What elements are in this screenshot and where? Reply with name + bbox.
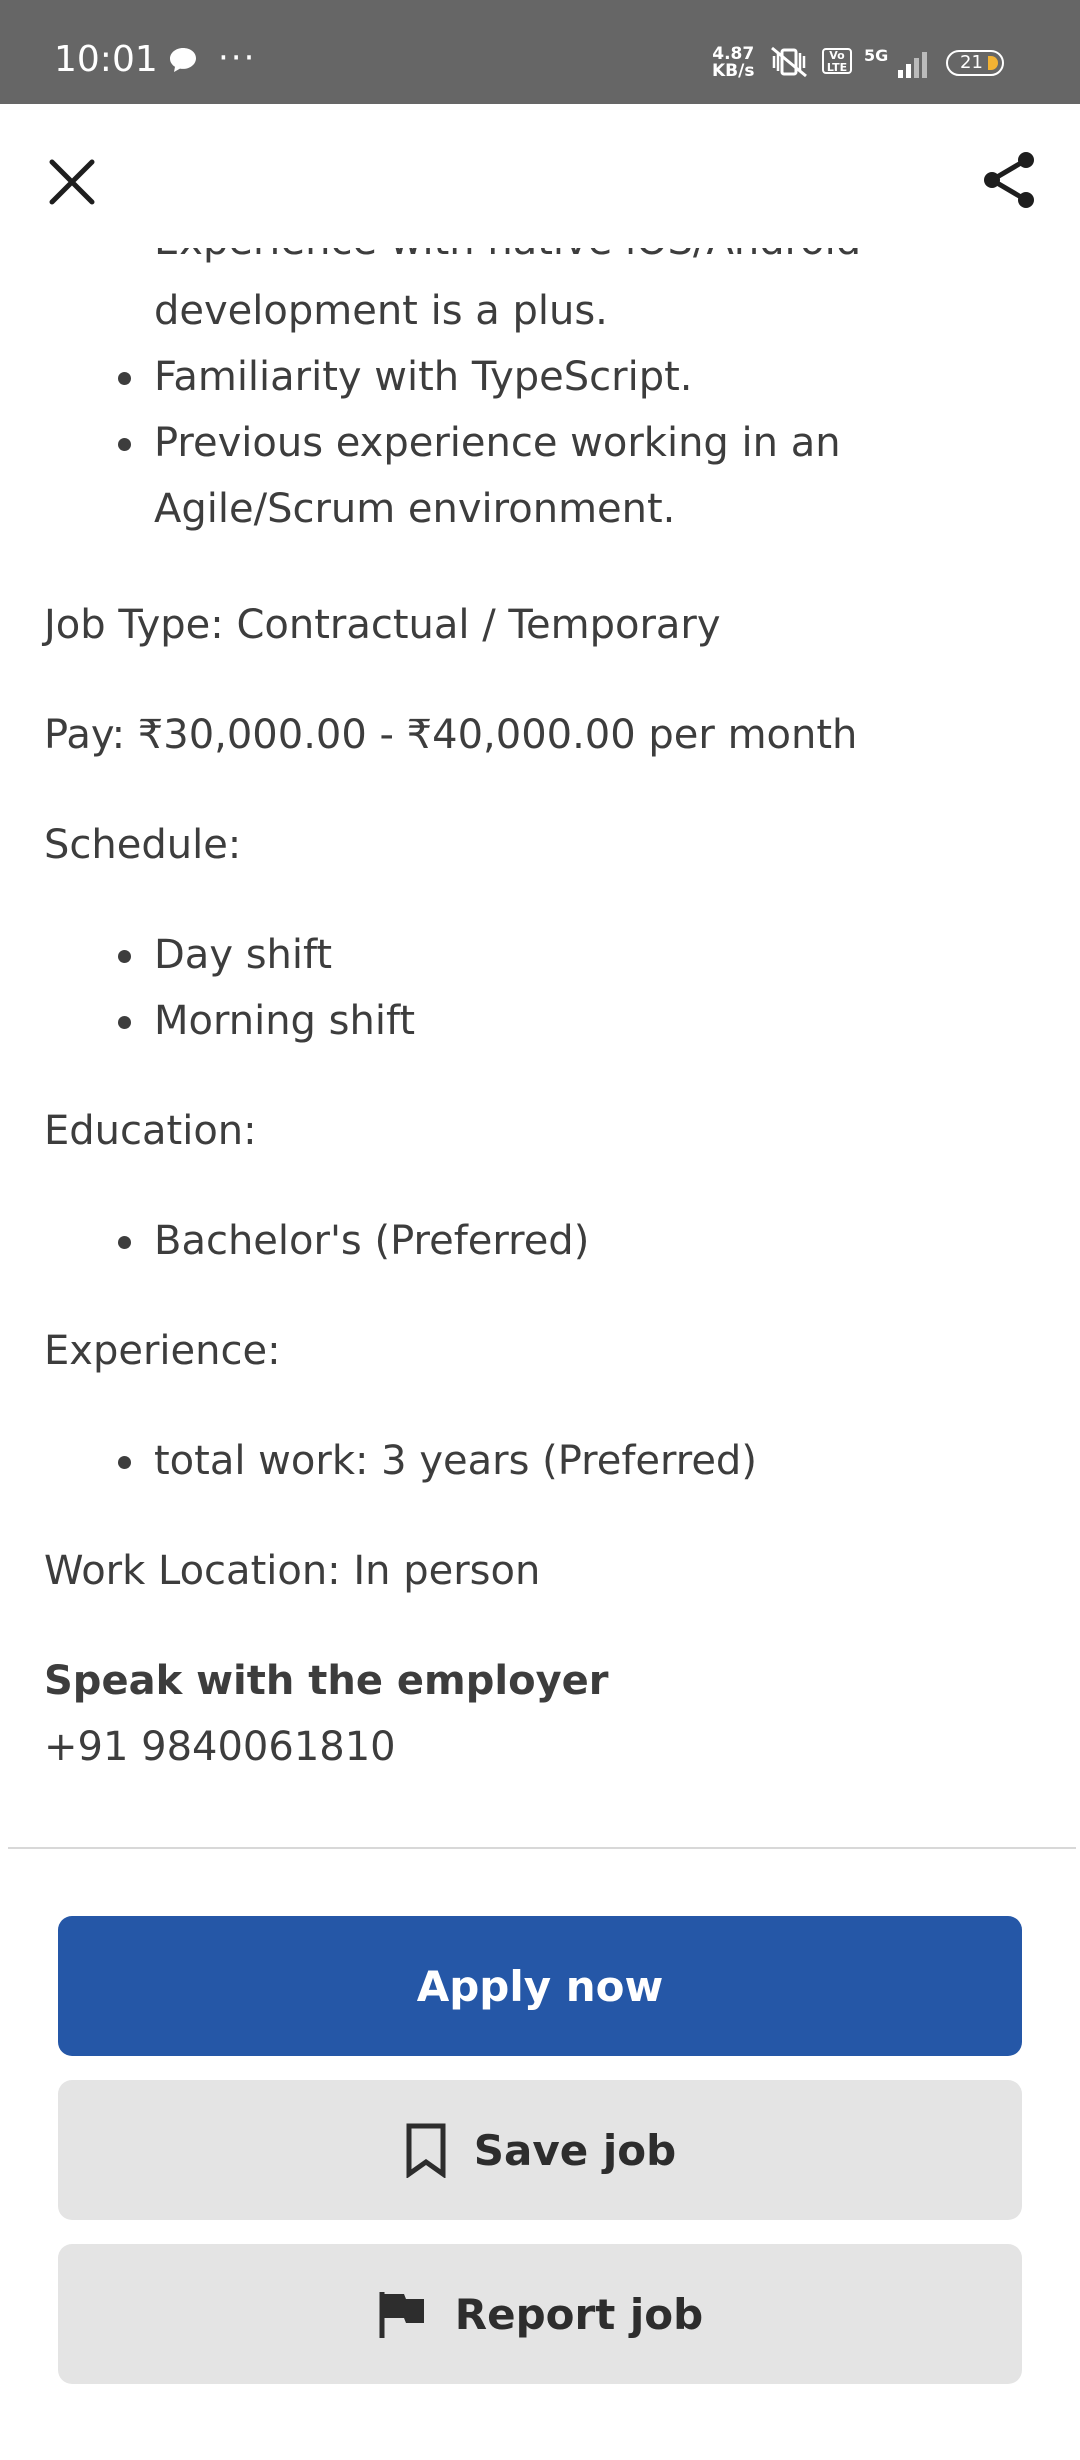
bullet-icon bbox=[118, 1456, 131, 1469]
close-icon bbox=[49, 159, 95, 205]
report-job-label: Report job bbox=[454, 2289, 704, 2339]
list-item: development is a plus. bbox=[154, 288, 608, 334]
battery-icon: 21 bbox=[946, 50, 1004, 76]
bullet-icon bbox=[118, 1016, 131, 1029]
list-item: Morning shift bbox=[0, 988, 415, 1054]
apply-now-button[interactable]: Apply now bbox=[58, 1916, 1022, 2056]
volte-icon: Vo LTE bbox=[822, 48, 852, 74]
status-time: 10:01 bbox=[54, 39, 158, 80]
app-bar bbox=[0, 104, 1080, 248]
bullet-icon bbox=[118, 950, 131, 963]
schedule-heading: Schedule: bbox=[44, 822, 242, 868]
list-item: Bachelor's (Preferred) bbox=[0, 1208, 589, 1274]
education-list: Bachelor's (Preferred) bbox=[0, 1208, 589, 1274]
battery-level: 21 bbox=[960, 52, 983, 73]
flag-icon bbox=[377, 2288, 429, 2340]
employer-phone[interactable]: +91 9840061810 bbox=[44, 1714, 396, 1780]
apply-now-label: Apply now bbox=[416, 1961, 664, 2011]
list-item: Previous experience working in an Agile/… bbox=[0, 410, 841, 542]
status-bar: 10:01 ··· 4.87 KB/s Vo LTE 5G 21 bbox=[0, 0, 1080, 104]
share-button[interactable] bbox=[978, 148, 1042, 212]
bullet-icon bbox=[118, 372, 131, 385]
schedule-list: Day shift Morning shift bbox=[0, 922, 415, 1054]
close-button[interactable] bbox=[42, 152, 102, 212]
divider bbox=[8, 1847, 1076, 1849]
save-job-label: Save job bbox=[473, 2125, 677, 2175]
signal-icon bbox=[882, 50, 932, 84]
bullet-icon bbox=[118, 1236, 131, 1249]
requirements-list: development is a plus. Familiarity with … bbox=[0, 278, 841, 542]
save-job-button[interactable]: Save job bbox=[58, 2080, 1022, 2220]
chat-notification-icon bbox=[168, 46, 198, 78]
experience-heading: Experience: bbox=[44, 1328, 281, 1374]
list-item: Day shift bbox=[0, 922, 415, 988]
bookmark-icon bbox=[404, 2122, 448, 2178]
list-item: total work: 3 years (Preferred) bbox=[0, 1428, 757, 1494]
list-item: Familiarity with TypeScript. bbox=[0, 344, 841, 410]
pay: Pay: ₹30,000.00 - ₹40,000.00 per month bbox=[44, 712, 858, 758]
mute-vibrate-icon bbox=[768, 44, 810, 84]
job-description: Experience with native iOS/Android devel… bbox=[0, 248, 1080, 1848]
network-speed: 4.87 KB/s bbox=[712, 44, 755, 81]
employer-heading: Speak with the employer bbox=[44, 1658, 609, 1704]
job-type: Job Type: Contractual / Temporary bbox=[44, 602, 721, 648]
education-heading: Education: bbox=[44, 1108, 257, 1154]
share-icon bbox=[984, 152, 1034, 208]
bullet-icon bbox=[118, 438, 131, 451]
work-location: Work Location: In person bbox=[44, 1548, 541, 1594]
experience-list: total work: 3 years (Preferred) bbox=[0, 1428, 757, 1494]
report-job-button[interactable]: Report job bbox=[58, 2244, 1022, 2384]
more-notifications-icon: ··· bbox=[218, 38, 257, 78]
clipped-requirement-line: Experience with native iOS/Android bbox=[154, 248, 861, 274]
